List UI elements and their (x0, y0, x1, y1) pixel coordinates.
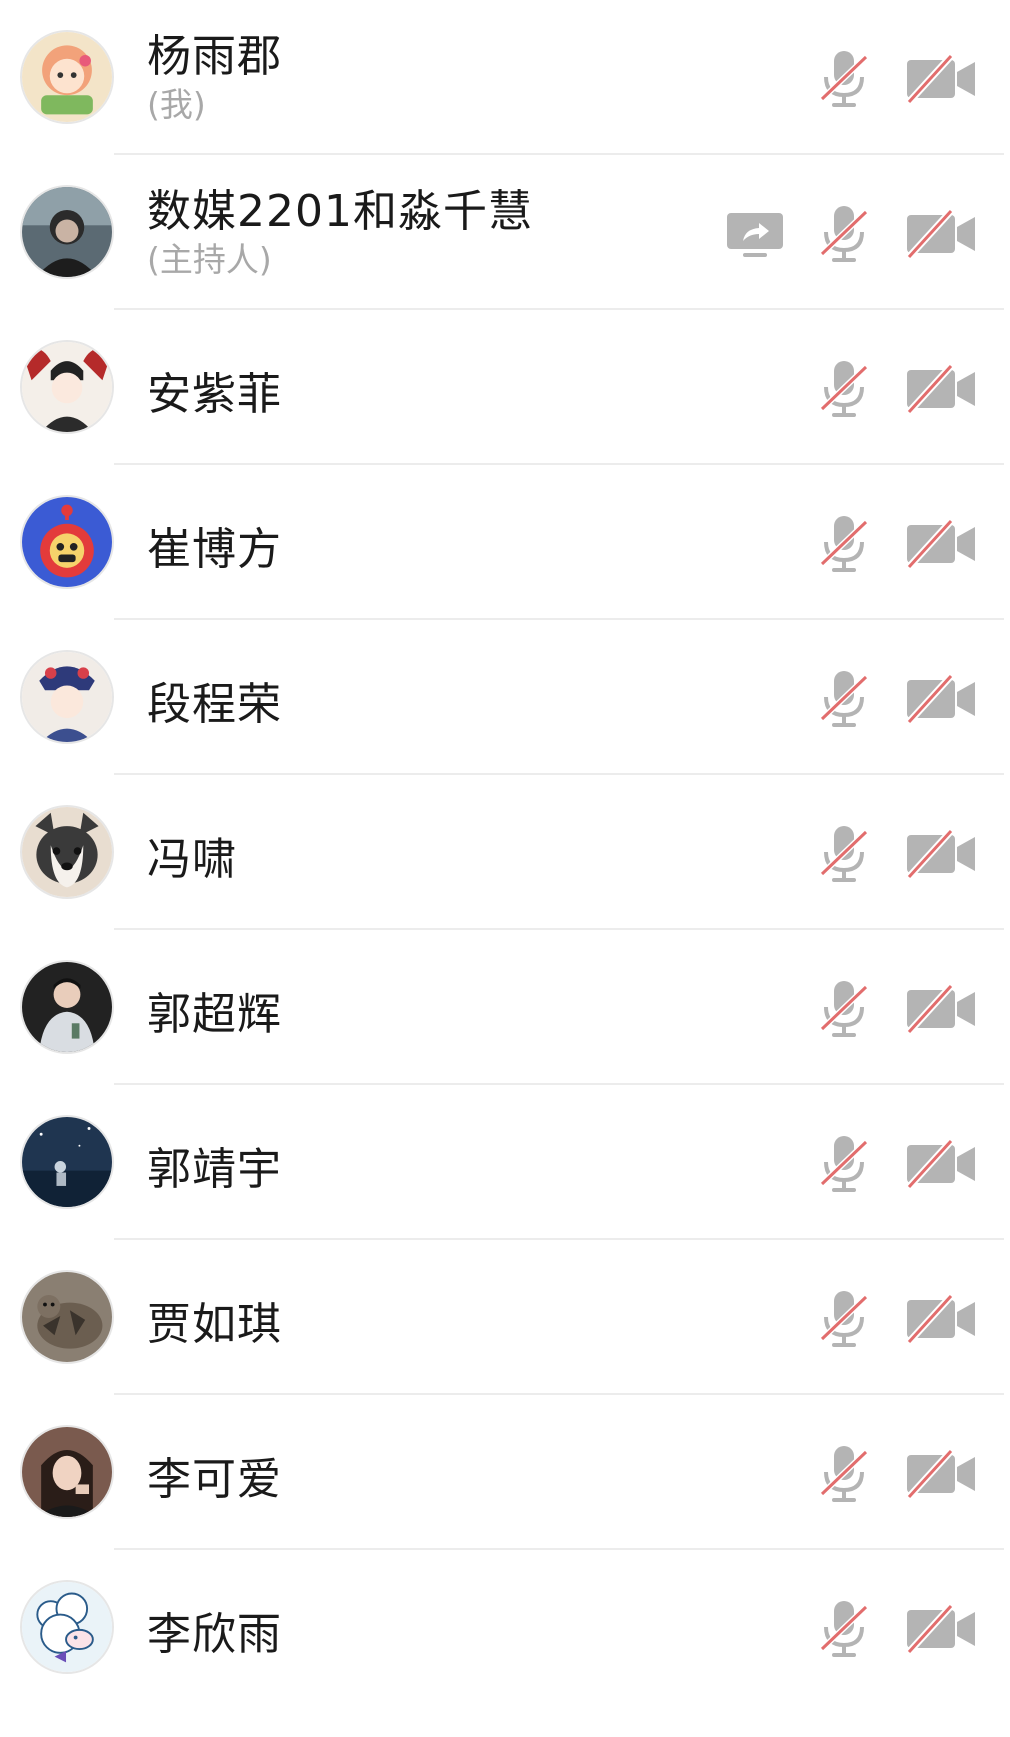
participant-row[interactable]: 郭靖宇 (0, 1085, 1010, 1240)
participant-row[interactable]: 崔博方 (0, 465, 1010, 620)
participant-name: 杨雨郡 (147, 31, 282, 82)
camera-off-icon[interactable] (905, 984, 977, 1034)
avatar (20, 960, 114, 1054)
participant-row[interactable]: 李欣雨 (0, 1550, 1010, 1705)
avatar (20, 30, 114, 124)
mic-muted-icon[interactable] (818, 1444, 870, 1504)
participant-name: 郭靖宇 (147, 1144, 282, 1195)
mic-muted-icon[interactable] (818, 49, 870, 109)
participant-name: 李欣雨 (147, 1609, 282, 1660)
camera-off-icon[interactable] (905, 364, 977, 414)
screen-share-icon[interactable] (727, 213, 783, 259)
avatar (20, 1580, 114, 1674)
participant-row[interactable]: 郭超辉 (0, 930, 1010, 1085)
camera-off-icon[interactable] (905, 829, 977, 879)
participant-name: 安紫菲 (147, 369, 282, 420)
participant-name: 贾如琪 (147, 1299, 282, 1350)
avatar (20, 185, 114, 279)
participant-row[interactable]: 段程荣 (0, 620, 1010, 775)
participant-row[interactable]: 冯啸 (0, 775, 1010, 930)
mic-muted-icon[interactable] (818, 1134, 870, 1194)
participant-row[interactable]: 杨雨郡 (我) (0, 0, 1010, 155)
participant-name: 李可爱 (147, 1454, 282, 1505)
participant-name: 冯啸 (147, 834, 237, 885)
camera-off-icon[interactable] (905, 1449, 977, 1499)
camera-off-icon[interactable] (905, 1604, 977, 1654)
participant-name: 崔博方 (147, 524, 282, 575)
avatar (20, 1115, 114, 1209)
participant-row[interactable]: 李可爱 (0, 1395, 1010, 1550)
camera-off-icon[interactable] (905, 519, 977, 569)
participant-name: 郭超辉 (147, 989, 282, 1040)
participant-list: 杨雨郡 (我) 数媒2201和淼千慧 (主持人) 安紫菲 崔博方 段程荣 冯啸 … (0, 0, 1010, 1705)
avatar (20, 340, 114, 434)
mic-muted-icon[interactable] (818, 204, 870, 264)
avatar (20, 650, 114, 744)
avatar (20, 1425, 114, 1519)
camera-off-icon[interactable] (905, 1294, 977, 1344)
avatar (20, 1270, 114, 1364)
participant-row[interactable]: 安紫菲 (0, 310, 1010, 465)
participant-row[interactable]: 贾如琪 (0, 1240, 1010, 1395)
mic-muted-icon[interactable] (818, 669, 870, 729)
mic-muted-icon[interactable] (818, 979, 870, 1039)
camera-off-icon[interactable] (905, 54, 977, 104)
participant-role: (我) (147, 85, 206, 124)
mic-muted-icon[interactable] (818, 359, 870, 419)
mic-muted-icon[interactable] (818, 514, 870, 574)
avatar (20, 495, 114, 589)
mic-muted-icon[interactable] (818, 824, 870, 884)
camera-off-icon[interactable] (905, 1139, 977, 1189)
camera-off-icon[interactable] (905, 674, 977, 724)
camera-off-icon[interactable] (905, 209, 977, 259)
avatar (20, 805, 114, 899)
mic-muted-icon[interactable] (818, 1289, 870, 1349)
participant-name: 数媒2201和淼千慧 (147, 186, 533, 237)
mic-muted-icon[interactable] (818, 1599, 870, 1659)
participant-role: (主持人) (147, 240, 272, 279)
participant-row[interactable]: 数媒2201和淼千慧 (主持人) (0, 155, 1010, 310)
participant-name: 段程荣 (147, 679, 282, 730)
